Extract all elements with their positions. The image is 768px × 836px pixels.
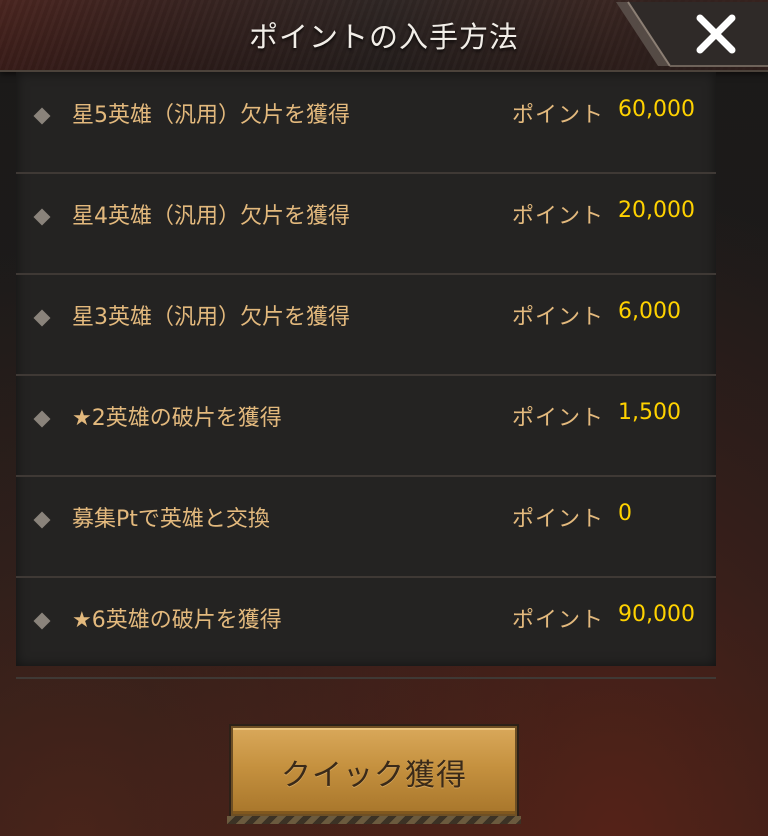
diamond-bullet-icon	[33, 107, 51, 125]
diamond-bullet-icon	[33, 208, 51, 226]
diamond-bullet-icon	[33, 612, 51, 630]
method-label: ★2英雄の破片を獲得	[72, 406, 282, 431]
list-item: 星4英雄（汎用）欠片を獲得 ポイント 20,000	[16, 173, 716, 275]
list-item: ★2英雄の破片を獲得 ポイント 1,500	[16, 375, 716, 477]
diamond-bullet-icon	[33, 309, 51, 327]
points-value: 60,000	[618, 97, 695, 122]
close-x-icon	[696, 14, 736, 54]
points-value: 6,000	[618, 299, 681, 324]
list-item: 募集Ptで英雄と交換 ポイント 0	[16, 476, 716, 578]
close-frame-ornament	[616, 1, 768, 67]
points-label: ポイント	[512, 305, 605, 330]
points-value: 1,500	[618, 400, 681, 425]
list-item: ★6英雄の破片を獲得 ポイント 90,000	[16, 577, 716, 679]
diamond-bullet-icon	[33, 410, 51, 428]
diamond-bullet-icon	[33, 511, 51, 529]
points-value: 20,000	[618, 198, 695, 223]
points-method-list: 星5英雄（汎用）欠片を獲得 ポイント 60,000 星4英雄（汎用）欠片を獲得 …	[16, 72, 716, 679]
method-label: 星4英雄（汎用）欠片を獲得	[72, 204, 350, 229]
method-label: 募集Ptで英雄と交換	[72, 507, 270, 532]
list-item: 星5英雄（汎用）欠片を獲得 ポイント 60,000	[16, 72, 716, 174]
points-label: ポイント	[512, 103, 605, 128]
points-label: ポイント	[512, 406, 605, 431]
close-button[interactable]	[694, 12, 738, 56]
method-label: 星5英雄（汎用）欠片を獲得	[72, 103, 350, 128]
points-acquisition-dialog: ポイントの入手方法 星5英雄（汎用）欠片を獲得 ポイント 60,000 星4英雄…	[0, 0, 768, 836]
list-item: 星3英雄（汎用）欠片を獲得 ポイント 6,000	[16, 274, 716, 376]
dialog-title-bar: ポイントの入手方法	[0, 0, 768, 72]
points-label: ポイント	[512, 507, 605, 532]
method-label: ★6英雄の破片を獲得	[72, 608, 282, 633]
points-label: ポイント	[512, 204, 605, 229]
points-value: 90,000	[618, 602, 695, 627]
method-label: 星3英雄（汎用）欠片を獲得	[72, 305, 350, 330]
close-button-frame	[608, 0, 768, 70]
quick-acquire-label: クイック獲得	[281, 758, 467, 793]
points-label: ポイント	[512, 608, 605, 633]
quick-acquire-button[interactable]: クイック獲得	[227, 726, 521, 824]
points-value: 0	[618, 501, 632, 526]
